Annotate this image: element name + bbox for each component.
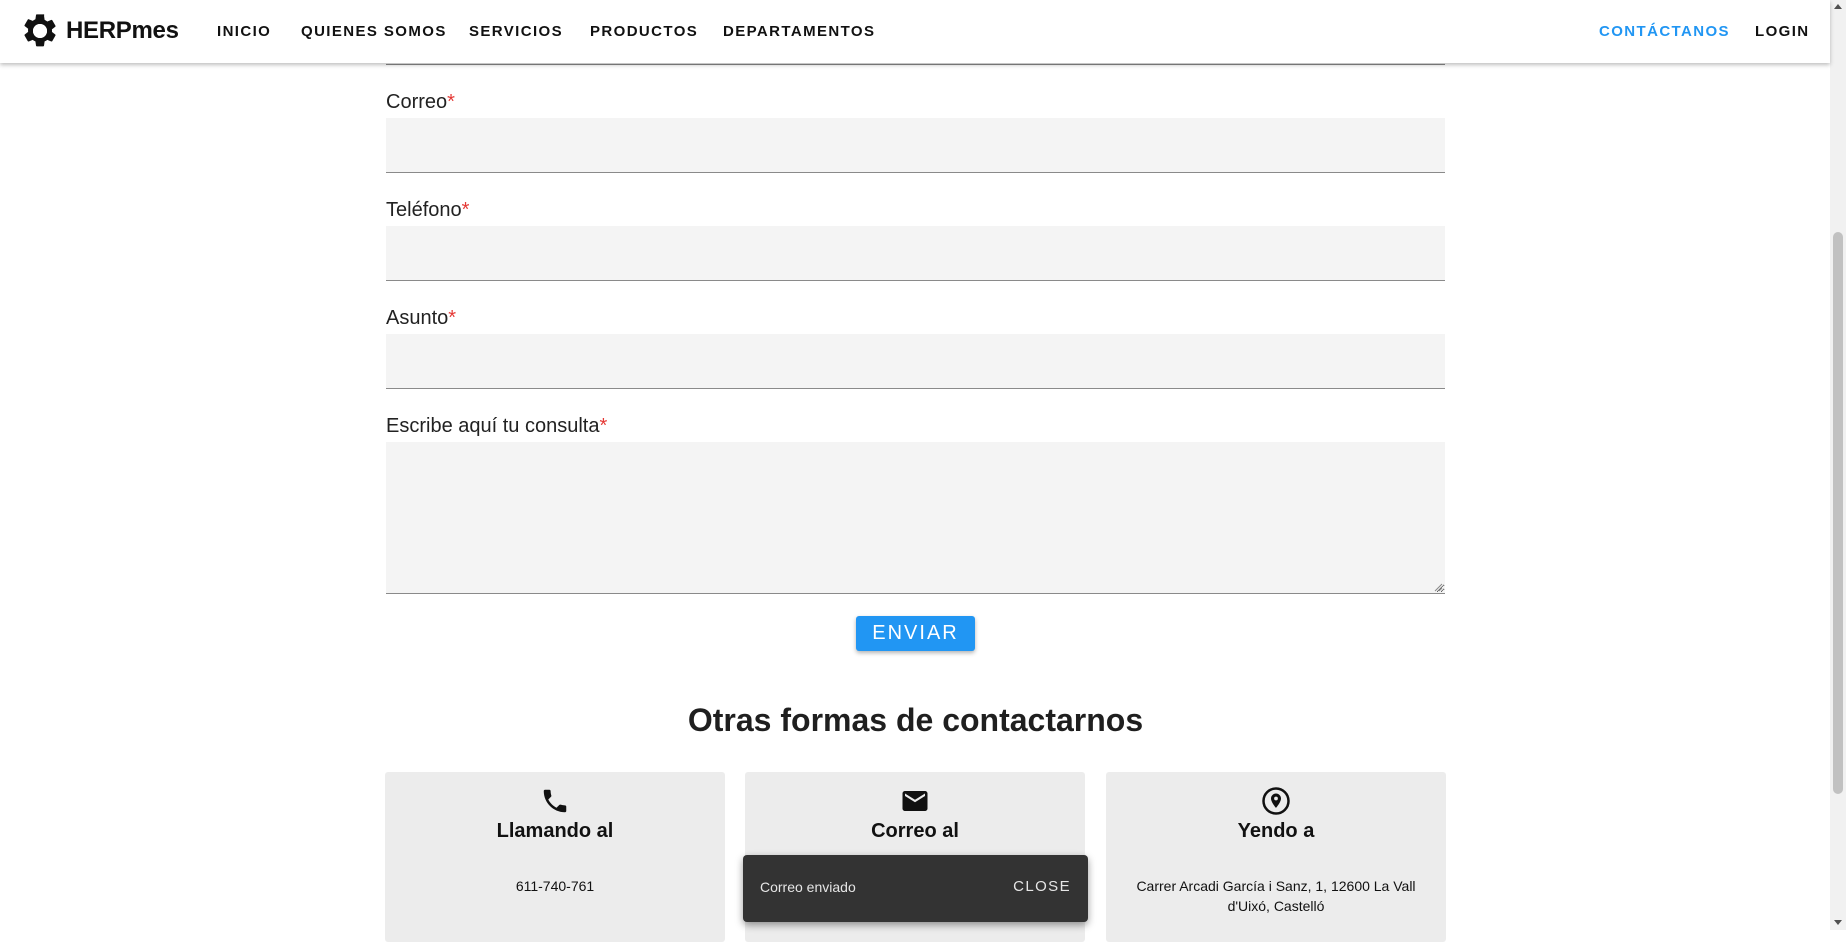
resize-handle-icon[interactable] — [1433, 582, 1443, 592]
phone-label: Teléfono* — [386, 199, 470, 221]
contact-card-address: Yendo a Carrer Arcadi García i Sanz, 1, … — [1106, 772, 1446, 942]
send-button[interactable]: ENVIAR — [856, 616, 975, 651]
contact-section-title: Otras formas de contactarnos — [687, 702, 1144, 738]
top-navbar: HERPmes INICIO QUIENES SOMOS SERVICIOS P… — [0, 0, 1830, 63]
scroll-down-arrow-icon[interactable] — [1834, 920, 1842, 925]
nav-item-login[interactable]: LOGIN — [1755, 23, 1810, 40]
location-icon — [1262, 787, 1290, 815]
brand-name: HERPmes — [66, 17, 179, 44]
brand-logo-link[interactable]: HERPmes — [20, 11, 179, 51]
nav-item-departamentos[interactable]: DEPARTAMENTOS — [723, 23, 875, 40]
message-label: Escribe aquí tu consulta* — [386, 415, 608, 437]
nav-item-contactanos[interactable]: CONTÁCTANOS — [1599, 23, 1730, 40]
phone-number: 611-740-761 — [515, 878, 595, 894]
phone-field[interactable] — [386, 226, 1445, 281]
mail-icon — [902, 791, 928, 811]
subject-label: Asunto* — [386, 307, 457, 329]
snackbar: Correo enviado CLOSE — [743, 855, 1088, 922]
gear-logo-icon — [24, 14, 56, 47]
nav-item-inicio[interactable]: INICIO — [217, 23, 271, 40]
scroll-up-arrow-icon[interactable] — [1834, 4, 1842, 9]
snackbar-close-button[interactable]: CLOSE — [1013, 878, 1071, 895]
contact-card-phone: Llamando al 611-740-761 — [385, 772, 725, 942]
email-field[interactable] — [386, 118, 1445, 173]
nav-item-quienes-somos[interactable]: QUIENES SOMOS — [301, 23, 447, 40]
nav-item-servicios[interactable]: SERVICIOS — [469, 23, 563, 40]
scrollbar-thumb[interactable] — [1833, 232, 1843, 794]
card-title: Llamando al — [496, 820, 614, 842]
snackbar-message: Correo enviado — [760, 879, 856, 895]
phone-icon — [543, 789, 567, 813]
email-label: Correo* — [386, 91, 455, 113]
card-title: Correo al — [871, 820, 959, 842]
card-title: Yendo a — [1237, 820, 1315, 842]
subject-field[interactable] — [386, 334, 1445, 389]
message-textarea[interactable] — [386, 442, 1445, 594]
nav-item-productos[interactable]: PRODUCTOS — [590, 23, 698, 40]
address-text: Carrer Arcadi García i Sanz, 1, 12600 La… — [1136, 878, 1416, 914]
